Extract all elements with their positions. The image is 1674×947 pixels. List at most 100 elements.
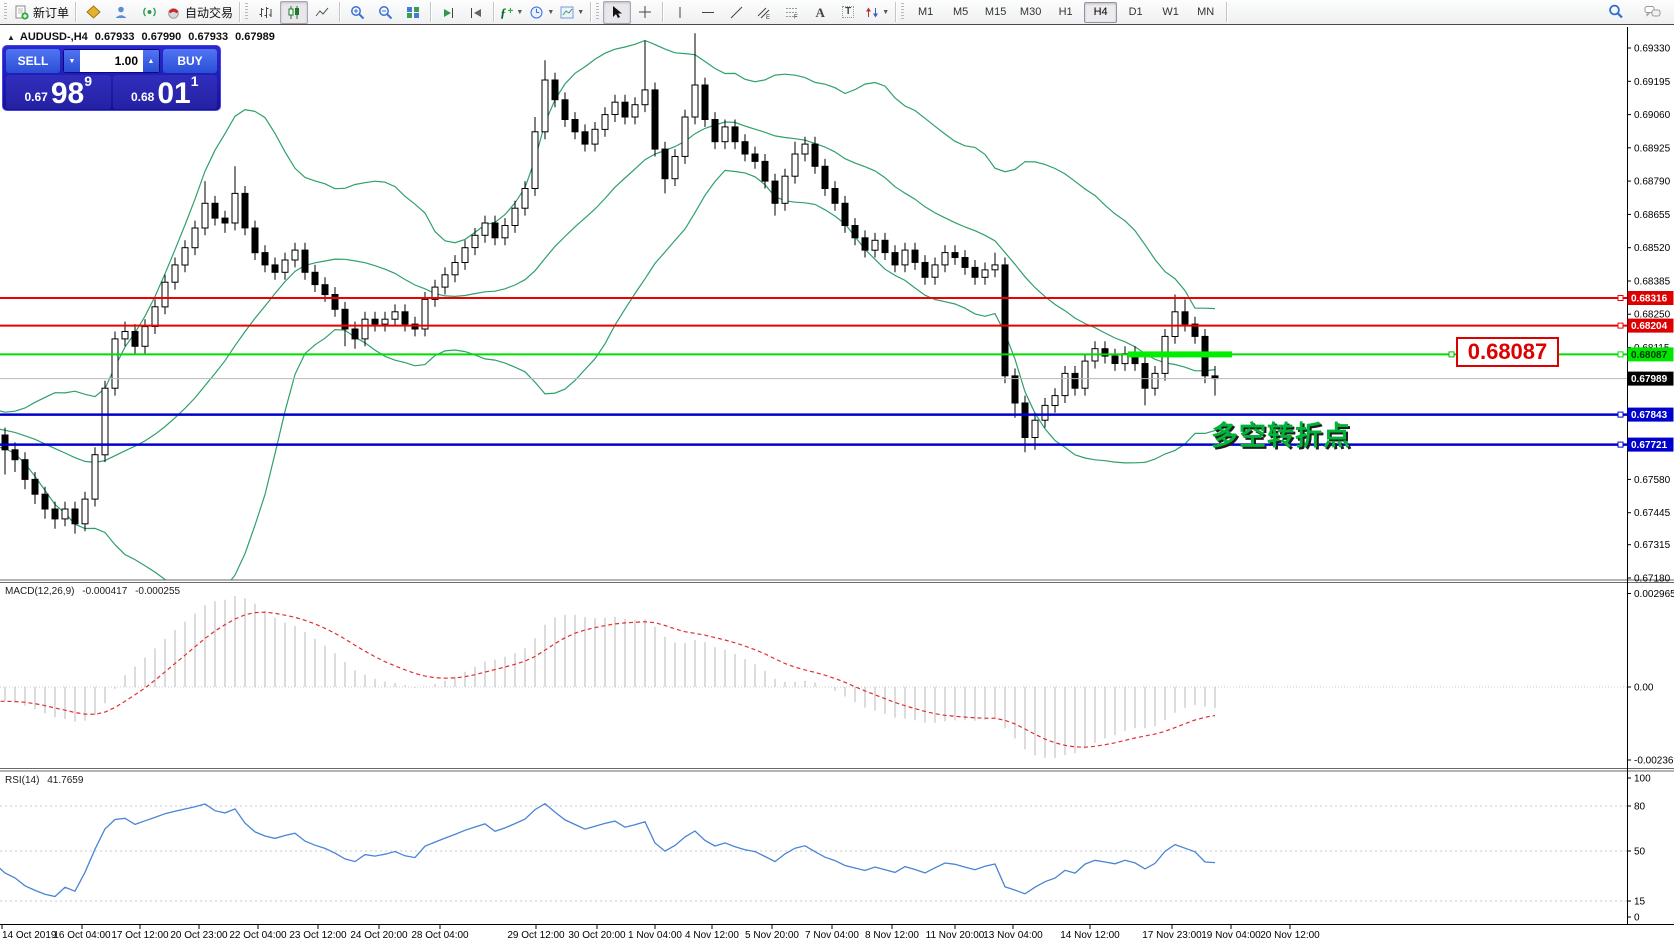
- toolbar-drag-handle: [901, 3, 904, 21]
- timeframe-M30-button[interactable]: M30: [1014, 2, 1047, 23]
- autotrading-label: 自动交易: [185, 4, 233, 21]
- chart-shift-button[interactable]: [462, 1, 490, 24]
- new-order-icon: [14, 5, 29, 20]
- sell-price[interactable]: 0.67 98 9: [6, 75, 111, 109]
- toolbar-drag-handle: [4, 3, 7, 21]
- time-axis-label: 29 Oct 12:00: [507, 930, 565, 941]
- time-axis-label: 22 Oct 04:00: [229, 930, 287, 941]
- linechart-icon: [315, 6, 329, 19]
- bollinger-middle-band: [0, 122, 1215, 463]
- chart-shift-icon: [469, 6, 483, 19]
- time-axis-label: 17 Nov 23:00: [1142, 930, 1202, 941]
- timeframe-M5-button[interactable]: M5: [944, 2, 977, 23]
- equidistant-channel-button[interactable]: E: [750, 1, 778, 24]
- turning-point-annotation[interactable]: 多空转折点: [1211, 414, 1351, 453]
- svg-text:0.68087: 0.68087: [1631, 350, 1668, 361]
- zoom-in-button[interactable]: [343, 1, 371, 24]
- timeframe-W1-button[interactable]: W1: [1154, 2, 1187, 23]
- signals-button[interactable]: [135, 1, 163, 24]
- indicators-button[interactable]: ƒ+▼: [497, 1, 526, 24]
- buy-price-prefix: 0.68: [131, 88, 154, 107]
- new-order-button[interactable]: 新订单: [11, 1, 72, 24]
- templates-button[interactable]: ▼: [557, 1, 587, 24]
- macd-value-main: -0.000417: [82, 586, 127, 597]
- svg-text:F: F: [794, 14, 798, 19]
- fibonacci-button[interactable]: F: [778, 1, 806, 24]
- toolbar-drag-handle: [245, 3, 248, 21]
- zoom-out-icon: [378, 5, 393, 20]
- svg-text:0.67315: 0.67315: [1634, 540, 1671, 551]
- time-axis-label: 19 Nov 04:00: [1201, 930, 1261, 941]
- bars-icon: [259, 6, 273, 19]
- axes-layer: 0.693300.691950.690600.689250.687900.686…: [0, 27, 1674, 941]
- price-callout-object[interactable]: 0.68087: [1456, 337, 1559, 367]
- volume-input[interactable]: [80, 50, 143, 72]
- textA-icon: A: [815, 6, 824, 19]
- macd-value-signal: -0.000255: [135, 586, 180, 597]
- bar-chart-button[interactable]: [252, 1, 280, 24]
- crosshair-icon: [638, 5, 652, 19]
- toolbar-separator: [75, 2, 76, 22]
- vline-icon: [675, 6, 685, 19]
- timeframe-M1-button[interactable]: M1: [909, 2, 942, 23]
- svg-text:0.67843: 0.67843: [1631, 410, 1668, 421]
- zoom-in-icon: [350, 5, 365, 20]
- svg-text:80: 80: [1634, 802, 1646, 813]
- crosshair-button[interactable]: [631, 1, 659, 24]
- svg-text:0.67180: 0.67180: [1634, 574, 1671, 585]
- time-axis-label: 30 Oct 20:00: [568, 930, 626, 941]
- collapse-icon[interactable]: ▲: [7, 33, 15, 42]
- vertical-line-button[interactable]: [666, 1, 694, 24]
- dropdown-caret-icon[interactable]: ▼: [516, 9, 523, 16]
- dropdown-caret-icon[interactable]: ▼: [547, 9, 554, 16]
- timeframe-D1-button[interactable]: D1: [1119, 2, 1152, 23]
- trendline-button[interactable]: [722, 1, 750, 24]
- chat-button[interactable]: [1638, 1, 1666, 24]
- autotrading-button[interactable]: 自动交易: [163, 1, 236, 24]
- svg-text:0.68790: 0.68790: [1634, 177, 1671, 188]
- text-label-button[interactable]: T: [834, 1, 862, 24]
- time-axis-label: 28 Oct 04:00: [411, 930, 469, 941]
- time-axis-label: 4 Nov 12:00: [685, 930, 739, 941]
- arrow-objects-button[interactable]: ▼: [862, 1, 892, 24]
- time-axis-label: 20 Oct 23:00: [170, 930, 228, 941]
- time-axis-label: 8 Nov 12:00: [865, 930, 919, 941]
- auto-scroll-button[interactable]: [434, 1, 462, 24]
- volume-decrease-button[interactable]: ▼: [64, 50, 80, 72]
- svg-text:0.002965: 0.002965: [1634, 589, 1674, 600]
- search-button[interactable]: [1602, 1, 1630, 24]
- dropdown-caret-icon[interactable]: ▼: [577, 9, 584, 16]
- time-axis-label: 24 Oct 20:00: [350, 930, 408, 941]
- buy-button[interactable]: BUY: [163, 49, 217, 73]
- timeframe-MN-button[interactable]: MN: [1189, 2, 1222, 23]
- sell-button[interactable]: SELL: [6, 49, 60, 73]
- horizontal-line-button[interactable]: [694, 1, 722, 24]
- chart-canvas[interactable]: 0.693300.691950.690600.689250.687900.686…: [0, 0, 1674, 947]
- metaeditor-button[interactable]: [79, 1, 107, 24]
- line-chart-button[interactable]: [308, 1, 336, 24]
- svg-text:0.69195: 0.69195: [1634, 77, 1671, 88]
- candlestick-chart-button[interactable]: [280, 1, 308, 24]
- svg-text:0.67580: 0.67580: [1634, 475, 1671, 486]
- market-watch-button[interactable]: [107, 1, 135, 24]
- rsi-line: [0, 804, 1215, 897]
- dropdown-caret-icon[interactable]: ▼: [882, 9, 889, 16]
- cursor-button[interactable]: [603, 1, 631, 24]
- time-axis-label: 1 Nov 04:00: [628, 930, 682, 941]
- time-axis-label: 16 Oct 04:00: [53, 930, 111, 941]
- buy-price[interactable]: 0.68 01 1: [113, 75, 218, 109]
- toolbar-separator: [590, 2, 591, 22]
- ohlc-low: 0.67933: [188, 31, 228, 43]
- text-button[interactable]: A: [806, 1, 834, 24]
- svg-text:0: 0: [1634, 913, 1640, 924]
- periods-button[interactable]: ▼: [526, 1, 557, 24]
- macd-name: MACD(12,26,9): [5, 586, 74, 597]
- macd-pane: [0, 596, 1627, 758]
- timeframe-M15-button[interactable]: M15: [979, 2, 1012, 23]
- ohlc-open: 0.67933: [95, 31, 135, 43]
- zoom-out-button[interactable]: [371, 1, 399, 24]
- volume-increase-button[interactable]: ▲: [143, 50, 159, 72]
- timeframe-H1-button[interactable]: H1: [1049, 2, 1082, 23]
- timeframe-H4-button[interactable]: H4: [1084, 2, 1117, 23]
- tile-windows-button[interactable]: [399, 1, 427, 24]
